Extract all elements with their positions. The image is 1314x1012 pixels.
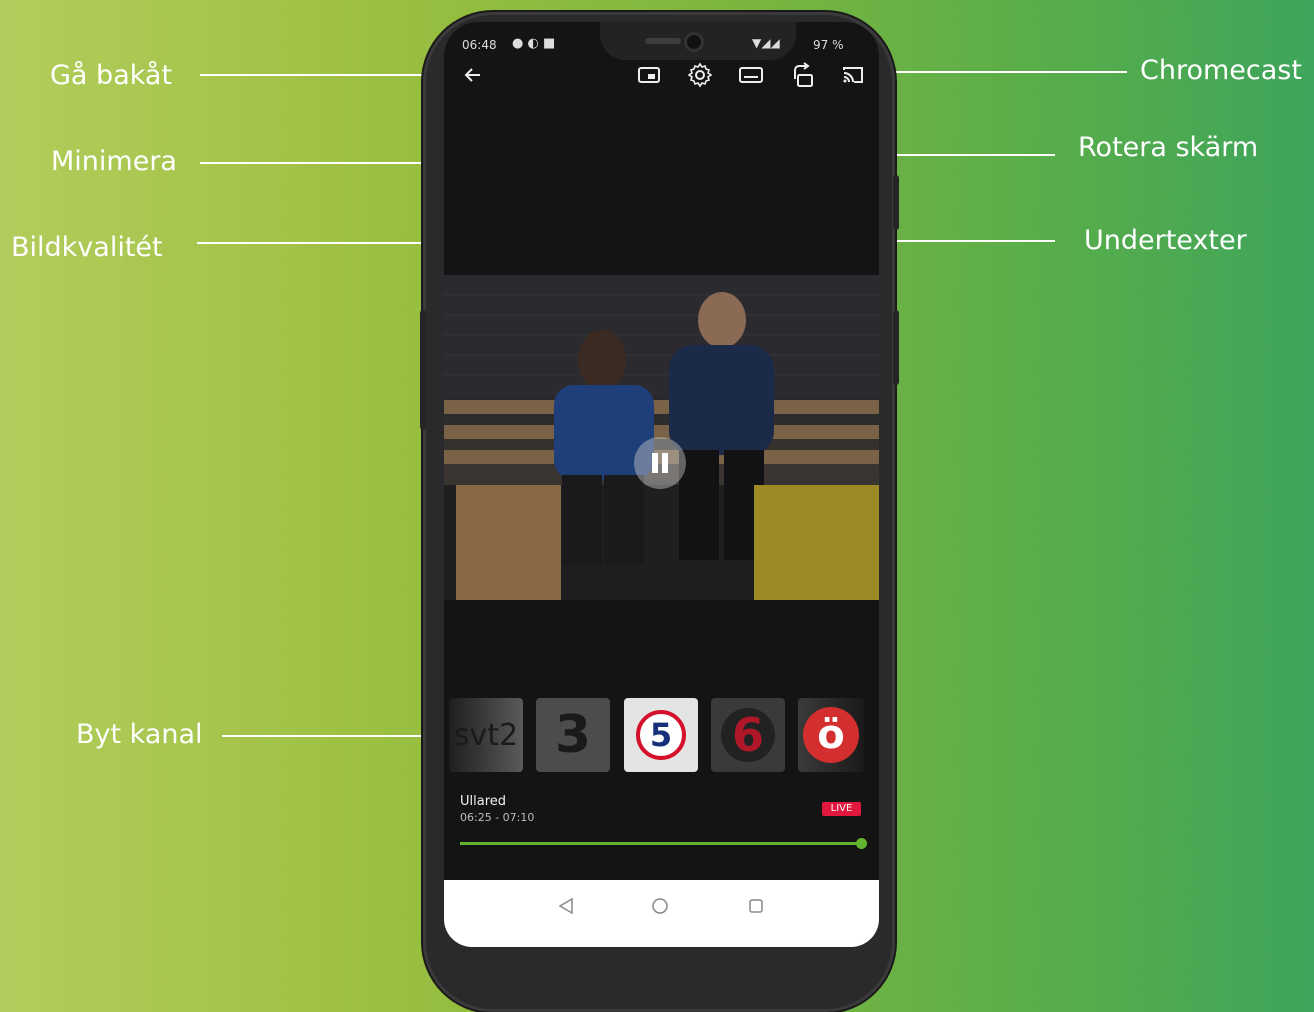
channel-logo-sjuan-letter: ö (817, 712, 845, 758)
channel-sjuan[interactable]: ö (798, 698, 864, 772)
status-signal-icons: ▼◢◢ (752, 36, 780, 50)
callout-change-channel: Byt kanal (76, 719, 203, 750)
pause-button[interactable] (634, 437, 686, 489)
channel-logo-kanal5: 5 (636, 710, 686, 760)
callout-subtitles: Undertexter (1084, 225, 1247, 256)
progress-handle[interactable] (856, 838, 867, 849)
chromecast-icon[interactable] (838, 60, 868, 90)
channel-tv6[interactable]: 6 (711, 698, 785, 772)
subtitles-icon[interactable] (736, 60, 766, 90)
side-button (893, 310, 899, 385)
channel-tv3[interactable]: 3 (536, 698, 610, 772)
channel-logo-sjuan: ö (803, 707, 859, 763)
nav-recents-icon[interactable] (745, 895, 767, 917)
channel-logo-tv6-digit: 6 (731, 708, 764, 762)
volume-button (420, 310, 426, 430)
minimize-icon[interactable] (634, 60, 664, 90)
status-notification-icons: ● ◐ ■ (512, 36, 556, 51)
callout-minimize: Minimera (51, 146, 177, 177)
progress-fill (460, 842, 862, 845)
nav-home-icon[interactable] (649, 895, 671, 917)
status-battery: 97 % (813, 38, 844, 52)
channel-svt2[interactable]: svt2 (449, 698, 523, 772)
pause-icon (652, 453, 668, 473)
power-button (893, 175, 899, 230)
rotate-screen-icon[interactable] (788, 60, 818, 90)
settings-gear-icon[interactable] (685, 60, 715, 90)
channel-logo-tv3: 3 (554, 705, 592, 765)
callout-quality: Bildkvalitét (11, 232, 163, 263)
callout-back: Gå bakåt (50, 60, 173, 91)
callout-chromecast: Chromecast (1140, 55, 1302, 86)
channel-logo-svt2: svt2 (453, 717, 519, 753)
progress-bar[interactable] (460, 838, 867, 849)
program-time: 06:25 - 07:10 (460, 811, 535, 824)
live-badge: LIVE (822, 802, 861, 816)
program-title: Ullared (460, 794, 507, 809)
callout-rotate: Rotera skärm (1078, 132, 1259, 163)
channel-kanal5[interactable]: 5 (624, 698, 698, 772)
speaker (645, 38, 681, 44)
channel-logo-tv6: 6 (721, 708, 775, 762)
status-time: 06:48 (462, 38, 497, 52)
channel-logo-kanal5-digit: 5 (649, 716, 673, 754)
nav-back-icon[interactable] (555, 895, 577, 917)
back-arrow-icon[interactable] (458, 60, 488, 90)
front-camera (684, 32, 704, 52)
